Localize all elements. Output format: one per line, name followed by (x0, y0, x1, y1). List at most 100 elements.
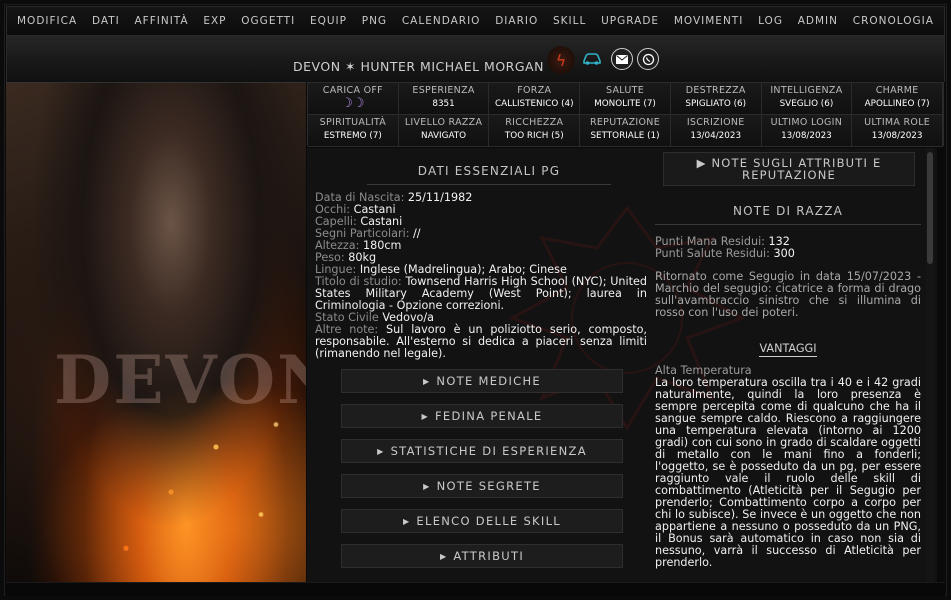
nav-movimenti[interactable]: MOVIMENTI (674, 15, 743, 27)
nav-calendario[interactable]: CALENDARIO (402, 15, 481, 27)
toggle-label: ATTRIBUTI (453, 549, 525, 563)
toggle-elenco-skill[interactable]: ▶ ELENCO DELLE SKILL (341, 509, 623, 533)
triangle-right-icon: ▶ (439, 551, 448, 561)
nav-upgrade[interactable]: UPGRADE (601, 15, 659, 27)
race-notes-title: NOTE DI RAZZA (655, 204, 921, 225)
stat-label: ISCRIZIONE (686, 117, 745, 128)
nav-affinita[interactable]: AFFINITÀ (134, 15, 188, 27)
stat-esperienza: ESPERIENZA 8351 (398, 83, 490, 115)
stat-forza: FORZA CALLISTENICO (4) (489, 83, 581, 115)
stat-label: SPIRITUALITÀ (319, 117, 387, 128)
stat-value: SETTORIALE (1) (590, 131, 660, 141)
stat-label: FORZA (517, 85, 552, 96)
nav-cronologia[interactable]: CRONOLOGIA (853, 15, 934, 27)
advantages-title: VANTAGGI (759, 342, 817, 357)
essentials-list: Data di Nascita: 25/11/1982 Occhi: Casta… (315, 192, 647, 360)
stat-label: LIVELLO RAZZA (404, 117, 483, 128)
stat-value: MONOLITE (7) (594, 99, 656, 109)
stat-livello-razza: LIVELLO RAZZA NAVIGATO (398, 115, 490, 147)
stat-value: ESTREMO (7) (323, 131, 382, 141)
scrollbar-thumb[interactable] (927, 152, 933, 264)
nav-png[interactable]: PNG (362, 15, 387, 27)
toggle-label: NOTE SEGRETE (436, 479, 541, 493)
info-value: // (413, 227, 421, 240)
stat-value: APOLLINEO (7) (864, 99, 930, 109)
nav-skill[interactable]: SKILL (553, 15, 586, 27)
toggle-label: FEDINA PENALE (434, 409, 543, 423)
stat-label: ULTIMO LOGIN (770, 117, 843, 128)
stat-iscrizione: ISCRIZIONE 13/04/2023 (670, 115, 762, 147)
toggle-note-attributi-reputazione[interactable]: ▶ NOTE SUGLI ATTRIBUTI E REPUTAZIONE (663, 152, 915, 186)
toggle-statistiche-esperienza[interactable]: ▶ STATISTICHE DI ESPERIENZA (341, 439, 623, 463)
triangle-right-icon: ▶ (423, 481, 431, 491)
toggle-attributi[interactable]: ▶ ATTRIBUTI (341, 544, 623, 568)
moon-icon: ☽☽ (341, 96, 365, 111)
mail-icon[interactable] (611, 48, 633, 70)
advantages-heading: VANTAGGI (655, 342, 921, 357)
toggle-label: NOTE SUGLI ATTRIBUTI E REPUTAZIONE (711, 156, 882, 182)
portrait-overlay-text: DEVON (54, 341, 306, 419)
stat-label: DESTREZZA (685, 85, 746, 96)
stat-ultima-role: ULTIMA ROLE 13/08/2023 (852, 115, 943, 147)
info-other-notes: Altre note: Sul lavoro è un poliziotto s… (315, 324, 647, 360)
stat-value: NAVIGATO (421, 131, 467, 141)
health-value: 300 (773, 247, 795, 260)
stat-label: REPUTAZIONE (589, 117, 661, 128)
stat-charme: CHARME APOLLINEO (7) (852, 83, 943, 115)
triangle-right-icon: ▶ (422, 376, 431, 386)
car-icon-svg (583, 53, 601, 65)
character-name: DEVON ✶ HUNTER MICHAEL MORGAN (293, 59, 544, 74)
triangle-right-icon: ▶ (402, 516, 411, 526)
stat-value: CALLISTENICO (4) (494, 99, 574, 109)
stat-value: 13/08/2023 (871, 131, 923, 141)
toggle-label: ELENCO DELLE SKILL (416, 514, 562, 528)
triangle-right-icon: ▶ (377, 446, 385, 456)
profile-content: DATI ESSENZIALI PG Data di Nascita: 25/1… (307, 148, 937, 582)
stats-grid: CARICA OFF ☽☽ ESPERIENZA 8351 FORZA CALL… (307, 82, 944, 147)
stat-intelligenza: INTELLIGENZA SVEGLIO (6) (761, 83, 853, 115)
stat-spiritualita: SPIRITUALITÀ ESTREMO (7) (308, 115, 399, 147)
stat-label: RICCHEZZA (505, 117, 564, 128)
car-icon[interactable] (581, 48, 603, 70)
nav-equip[interactable]: EQUIP (310, 15, 347, 27)
nav-exp[interactable]: EXP (203, 15, 226, 27)
health-row: Punti Salute Residui: 300 (655, 248, 921, 260)
info-education: Titolo di studio: Townsend Harris High S… (315, 276, 647, 312)
content-scrollbar[interactable] (926, 148, 934, 582)
fire-icon[interactable]: ϟ (547, 46, 575, 74)
stat-value: TOO RICH (5) (504, 131, 564, 141)
toggle-note-mediche[interactable]: ▶ NOTE MEDICHE (341, 369, 623, 393)
advantage-text: La loro temperatura oscilla tra i 40 e i… (655, 376, 921, 569)
stat-label: CARICA OFF (322, 85, 383, 96)
nav-admin[interactable]: ADMIN (798, 15, 838, 27)
nav-log[interactable]: LOG (758, 15, 783, 27)
nav-oggetti[interactable]: OGGETTI (241, 15, 295, 27)
essentials-title: DATI ESSENZIALI PG (367, 164, 611, 185)
stat-label: INTELLIGENZA (770, 85, 843, 96)
essentials-column: DATI ESSENZIALI PG Data di Nascita: 25/1… (315, 148, 647, 582)
stat-salute: SALUTE MONOLITE (7) (580, 83, 671, 115)
stat-destrezza: DESTREZZA SPIGLIATO (6) (670, 83, 762, 115)
stat-label: CHARME (875, 85, 919, 96)
stat-value: SVEGLIO (6) (779, 99, 834, 109)
bottom-border (6, 582, 945, 596)
nav-modifica[interactable]: MODIFICA (17, 15, 77, 27)
stat-value: 13/04/2023 (690, 131, 742, 141)
health-label: Punti Salute Residui: (655, 247, 774, 260)
stat-label: SALUTE (605, 85, 645, 96)
nav-diario[interactable]: DIARIO (495, 15, 538, 27)
race-points: Punti Mana Residui: 132 Punti Salute Res… (655, 236, 921, 260)
toggle-fedina-penale[interactable]: ▶ FEDINA PENALE (341, 404, 623, 428)
envelope-icon-svg (616, 54, 628, 64)
stat-ultimo-login: ULTIMO LOGIN 13/08/2023 (761, 115, 853, 147)
whatsapp-icon[interactable] (637, 48, 659, 70)
nav-dati[interactable]: DATI (92, 15, 120, 27)
race-description: Ritornato come Segugio in data 15/07/202… (655, 270, 921, 319)
stat-ricchezza: RICCHEZZA TOO RICH (5) (489, 115, 581, 147)
triangle-right-icon: ▶ (421, 411, 429, 421)
stat-value: 8351 (432, 99, 455, 109)
stat-carica: CARICA OFF ☽☽ (308, 83, 399, 115)
profile-header: DEVON ✶ HUNTER MICHAEL MORGAN ϟ (6, 36, 945, 82)
race-notes-column: ▶ NOTE SUGLI ATTRIBUTI E REPUTAZIONE NOT… (655, 148, 921, 582)
toggle-note-segrete[interactable]: ▶ NOTE SEGRETE (341, 474, 623, 498)
